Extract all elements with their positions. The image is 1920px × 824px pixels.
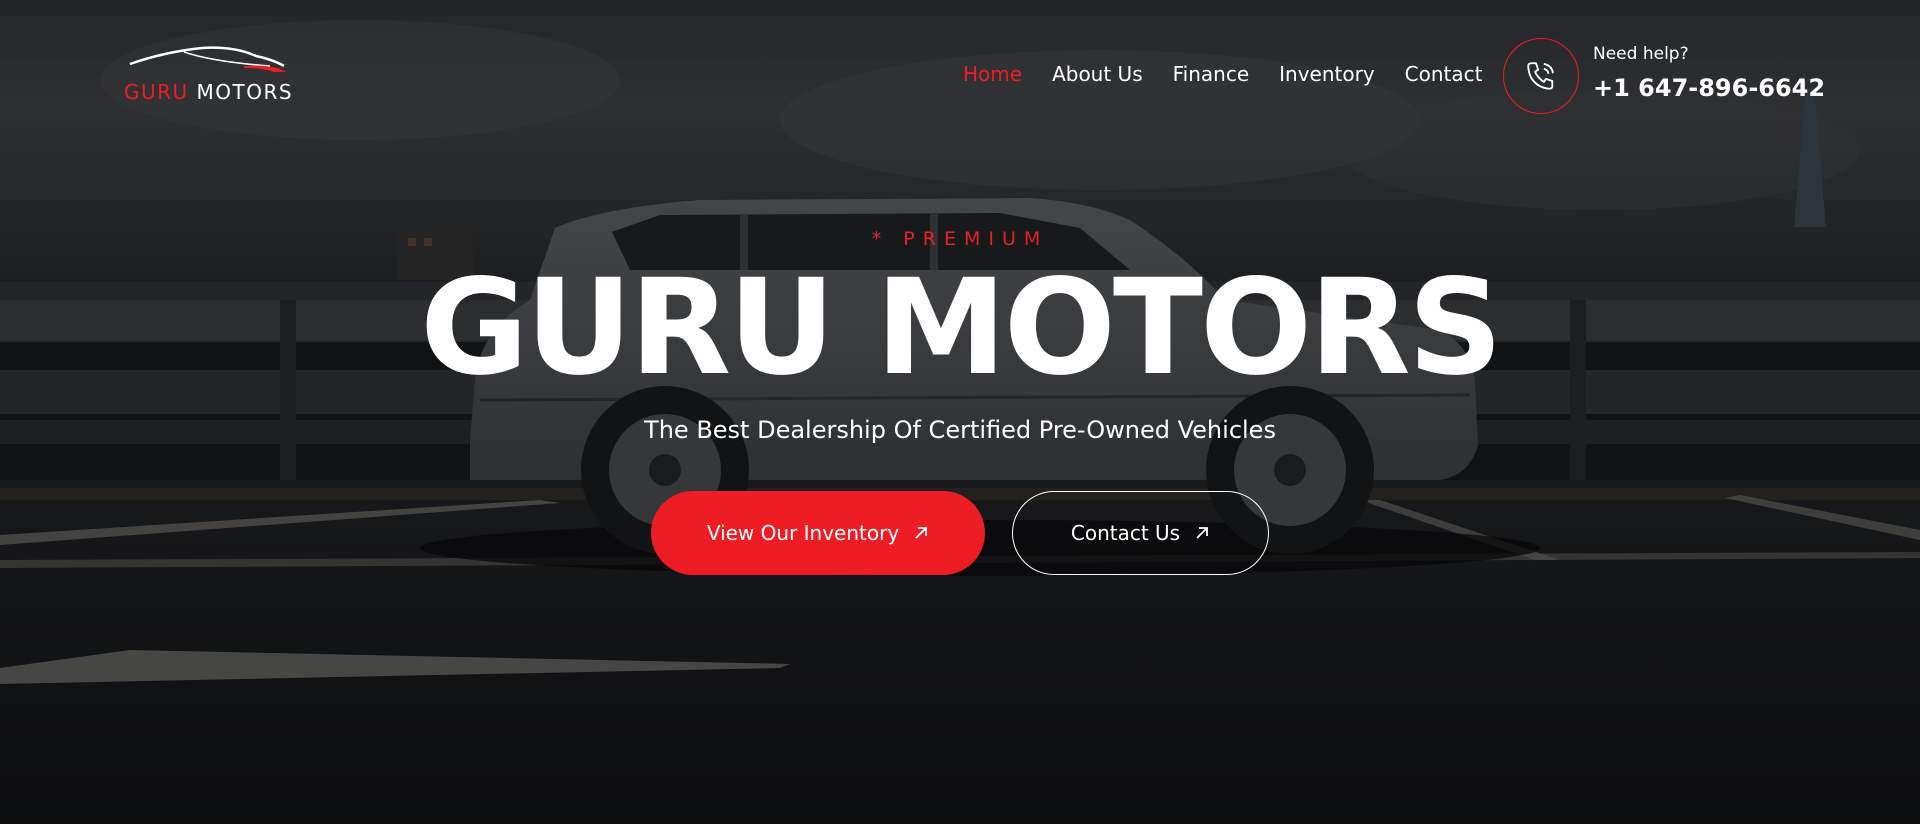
- arrow-up-right-icon: [915, 527, 928, 539]
- call-button[interactable]: [1503, 38, 1579, 114]
- site-logo[interactable]: GURU MOTORS: [124, 44, 294, 104]
- logo-text-guru: GURU: [124, 80, 189, 104]
- phone-icon: [1527, 62, 1554, 90]
- help-label: Need help?: [1593, 44, 1689, 64]
- nav-item-about-us[interactable]: About Us: [1052, 62, 1143, 86]
- nav-item-finance[interactable]: Finance: [1173, 62, 1250, 86]
- logo-wordmark: GURU MOTORS: [124, 80, 293, 104]
- nav-item-inventory[interactable]: Inventory: [1279, 62, 1375, 86]
- hero-background-image: [0, 0, 1920, 824]
- arrow-up-right-icon: [1196, 527, 1209, 539]
- logo-text-motors: MOTORS: [196, 80, 294, 104]
- contact-us-label: Contact Us: [1070, 521, 1181, 545]
- car-silhouette-logo-icon: [129, 46, 286, 72]
- view-inventory-button[interactable]: View Our Inventory: [651, 491, 985, 575]
- hero-section: GURU MOTORS Home About Us Finance Invent…: [0, 0, 1920, 824]
- hero-title: GURU MOTORS: [420, 251, 1503, 405]
- nav-item-contact[interactable]: Contact: [1405, 62, 1483, 86]
- hero-tagline: The Best Dealership Of Certified Pre-Own…: [644, 416, 1276, 444]
- hero-eyebrow: * PREMIUM: [871, 228, 1049, 250]
- phone-number-link[interactable]: +1 647-896-6642: [1593, 74, 1825, 102]
- view-inventory-label: View Our Inventory: [706, 521, 900, 545]
- contact-us-button[interactable]: Contact Us: [1012, 491, 1269, 575]
- main-nav: Home About Us Finance Inventory Contact: [963, 62, 1482, 86]
- nav-item-home[interactable]: Home: [963, 62, 1022, 86]
